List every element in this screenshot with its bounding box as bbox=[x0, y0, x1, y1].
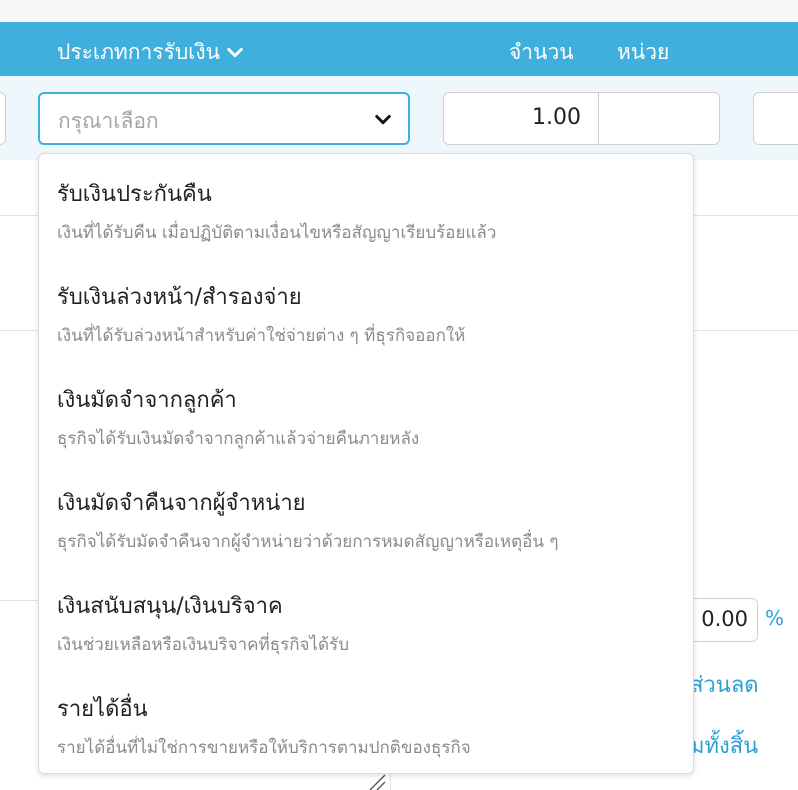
quantity-value: 1.00 bbox=[532, 105, 581, 130]
option-title: รับเงินล่วงหน้า/สำรองจ่าย bbox=[57, 285, 302, 310]
divider bbox=[0, 600, 40, 601]
dropdown-option[interactable]: รายได้อื่น รายได้อื่นที่ไม่ใช่การขายหรือ… bbox=[39, 669, 693, 772]
option-description: เงินช่วยเหลือหรือเงินบริจาคที่ธุรกิจได้ร… bbox=[57, 635, 349, 655]
chevron-down-icon bbox=[375, 114, 391, 125]
discount-percent-input[interactable]: 0.00 bbox=[688, 598, 758, 642]
chevron-down-icon bbox=[227, 47, 243, 57]
dropdown-option[interactable]: เงินมัดจำคืนจากผู้จำหน่าย ธุรกิจได้รับมั… bbox=[39, 463, 693, 566]
select-placeholder: กรุณาเลือก bbox=[58, 109, 159, 133]
option-title: รับเงินประกันคืน bbox=[57, 182, 212, 207]
dropdown-option[interactable]: รับเงินล่วงหน้า/สำรองจ่าย เงินที่ได้รับล… bbox=[39, 257, 693, 360]
percent-symbol: % bbox=[765, 606, 785, 630]
option-description: ธุรกิจได้รับมัดจำคืนจากผู้จำหน่ายว่าด้วย… bbox=[57, 532, 559, 552]
option-title: เงินสนับสนุน/เงินบริจาค bbox=[57, 594, 283, 619]
resize-handle-icon[interactable] bbox=[368, 773, 386, 790]
dropdown-option[interactable]: เงินสนับสนุน/เงินบริจาค เงินช่วยเหลือหรื… bbox=[39, 566, 693, 669]
table-header: ประเภทการรับเงิน จำนวน หน่วย bbox=[0, 22, 798, 76]
quantity-input[interactable]: 1.00 bbox=[443, 92, 599, 145]
unit-input[interactable] bbox=[598, 92, 720, 145]
previous-field[interactable] bbox=[0, 92, 6, 145]
dropdown-option[interactable]: รับเงินประกันคืน เงินที่ได้รับคืน เมื่อป… bbox=[39, 154, 693, 257]
option-description: เงินที่ได้รับคืน เมื่อปฏิบัติตามเงื่อนไข… bbox=[57, 223, 497, 243]
header-unit-label: หน่วย bbox=[617, 40, 670, 64]
option-title: เงินมัดจำจากลูกค้า bbox=[57, 388, 237, 413]
grand-total-label: มทั้งสิ้น bbox=[690, 734, 759, 759]
header-quantity-label: จำนวน bbox=[509, 40, 574, 64]
dropdown-option[interactable]: เงินมัดจำจากลูกค้า ธุรกิจได้รับเงินมัดจำ… bbox=[39, 360, 693, 463]
top-strip bbox=[0, 0, 798, 22]
next-field[interactable] bbox=[753, 92, 798, 145]
option-description: ธุรกิจได้รับเงินมัดจำจากลูกค้าแล้วจ่ายคื… bbox=[57, 429, 420, 449]
option-title: เงินมัดจำคืนจากผู้จำหน่าย bbox=[57, 491, 306, 516]
receipt-type-select[interactable]: กรุณาเลือก bbox=[38, 92, 410, 145]
option-description: รายได้อื่นที่ไม่ใช่การขายหรือให้บริการตา… bbox=[57, 738, 471, 758]
header-type-label: ประเภทการรับเงิน bbox=[57, 40, 220, 64]
header-type-sort[interactable]: ประเภทการรับเงิน bbox=[57, 36, 244, 69]
option-description: เงินที่ได้รับล่วงหน้าสำหรับค่าใช่จ่ายต่า… bbox=[57, 326, 466, 346]
discount-percent-value: 0.00 bbox=[701, 607, 748, 631]
discount-label: ส่วนลด bbox=[690, 673, 759, 698]
receipt-type-dropdown: รับเงินประกันคืน เงินที่ได้รับคืน เมื่อป… bbox=[38, 153, 694, 774]
option-title: รายได้อื่น bbox=[57, 697, 148, 722]
